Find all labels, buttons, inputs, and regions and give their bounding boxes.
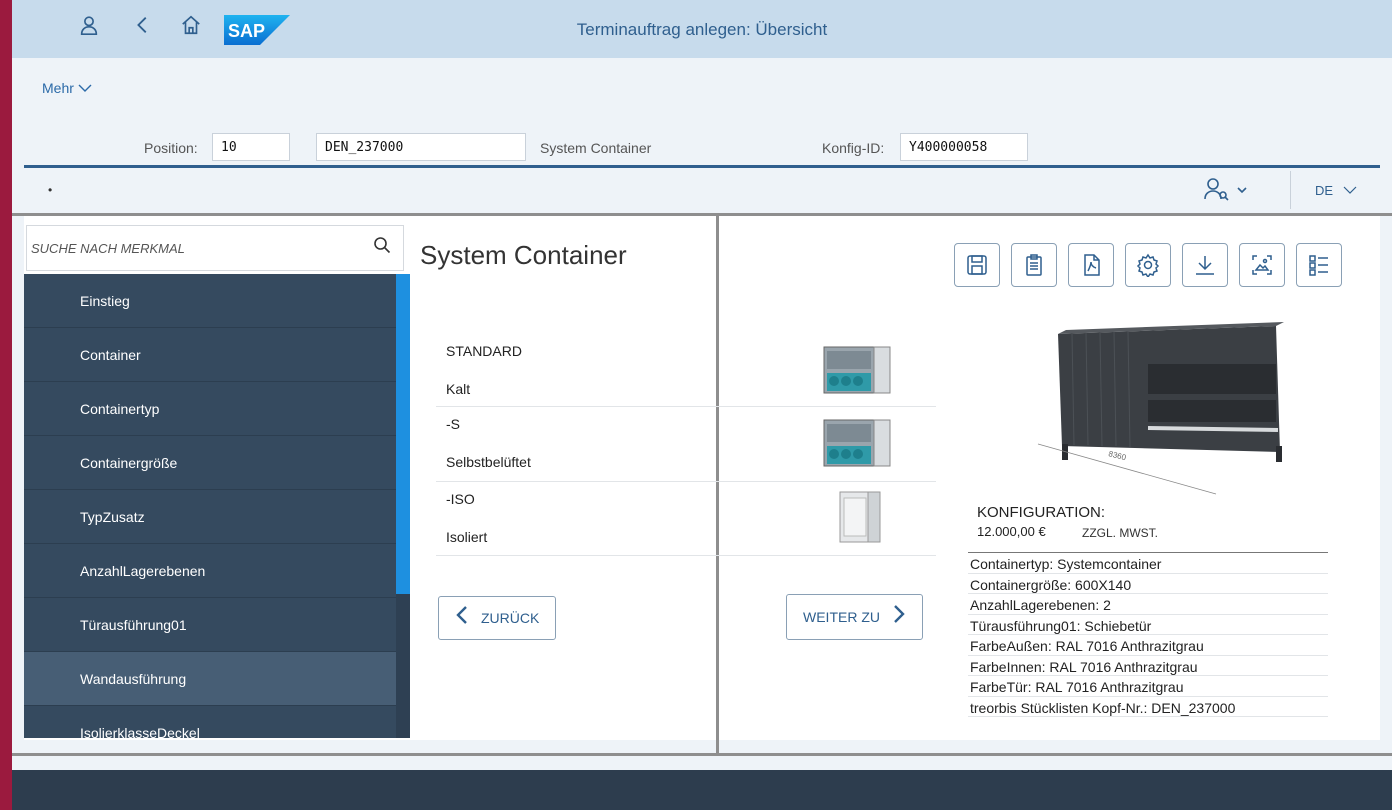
- download-button[interactable]: [1182, 243, 1228, 287]
- back-button-label: ZURÜCK: [481, 610, 540, 626]
- sidebar-item-tuerausfuehrung01[interactable]: Türausführung01: [24, 598, 396, 652]
- language-selector[interactable]: DE: [1290, 171, 1380, 209]
- shell-bar: SAP Terminauftrag anlegen: Übersicht: [12, 0, 1392, 58]
- next-button-label: WEITER ZU: [803, 609, 880, 625]
- option-code[interactable]: -ISO: [446, 491, 475, 507]
- summary-row: Containertyp: Systemcontainer: [968, 553, 1328, 574]
- more-menu-label: Mehr: [42, 80, 74, 96]
- sidebar-scrollbar-thumb[interactable]: [396, 274, 410, 594]
- config-id-field[interactable]: Y400000058: [900, 133, 1028, 161]
- pdf-export-icon: [1084, 254, 1100, 276]
- image-capture-icon: [1252, 255, 1272, 275]
- sidebar-item-typzusatz[interactable]: TypZusatz: [24, 490, 396, 544]
- config-id-label: Konfig-ID:: [822, 140, 885, 156]
- configuration-summary: Containertyp: Systemcontainer Containerg…: [968, 552, 1328, 717]
- option-code[interactable]: STANDARD: [446, 343, 522, 359]
- sidebar-item-containergroesse[interactable]: Containergröße: [24, 436, 396, 490]
- sidebar-item-isolierklassedeckel[interactable]: IsolierklasseDeckel: [24, 706, 396, 738]
- option-code[interactable]: -S: [446, 416, 460, 432]
- configurator-header: • DE: [24, 165, 1380, 213]
- save-button[interactable]: [954, 243, 1000, 287]
- clipboard-button[interactable]: [1011, 243, 1057, 287]
- summary-row: Containergröße: 600X140: [968, 574, 1328, 594]
- status-dot: •: [48, 183, 53, 197]
- material-field[interactable]: DEN_237000: [316, 133, 526, 161]
- option-divider: [436, 406, 936, 407]
- configuration-price: 12.000,00 €: [977, 524, 1046, 539]
- option-label[interactable]: Selbstbelüftet: [446, 454, 531, 470]
- summary-row: FarbeInnen: RAL 7016 Anthrazitgrau: [968, 656, 1328, 676]
- option-image-insulated[interactable]: [822, 490, 892, 544]
- settings-icon: [1136, 253, 1160, 277]
- product-image: 8360: [1037, 322, 1284, 495]
- option-image-ventilated[interactable]: [822, 416, 892, 470]
- chevron-down-icon: [1337, 183, 1357, 198]
- position-field[interactable]: 10: [212, 133, 290, 161]
- frame-divider: [716, 213, 719, 756]
- tax-note: ZZGL. MWST.: [1082, 526, 1158, 540]
- sidebar-item-einstieg[interactable]: Einstieg: [24, 274, 396, 328]
- option-divider: [436, 555, 936, 556]
- option-divider: [436, 481, 936, 482]
- summary-row: FarbeTür: RAL 7016 Anthrazitgrau: [968, 676, 1328, 697]
- chevron-right-icon: [892, 604, 906, 630]
- summary-row: FarbeAußen: RAL 7016 Anthrazitgrau: [968, 635, 1328, 656]
- option-label[interactable]: Kalt: [446, 381, 470, 397]
- settings-button[interactable]: [1125, 243, 1171, 287]
- list-button[interactable]: [1296, 243, 1342, 287]
- save-icon: [967, 255, 987, 275]
- position-label: Position:: [144, 140, 198, 156]
- footer-bar: [12, 770, 1392, 810]
- language-value: DE: [1315, 183, 1334, 198]
- characteristics-nav: Einstieg Container Containertyp Containe…: [24, 274, 396, 738]
- chevron-down-icon: [78, 80, 92, 96]
- sidebar-item-wandausfuehrung[interactable]: Wandausführung: [24, 652, 396, 706]
- characteristic-title: System Container: [420, 240, 627, 270]
- sidebar-item-anzahllagerebenen[interactable]: AnzahlLagerebenen: [24, 544, 396, 598]
- user-search-icon[interactable]: [1204, 177, 1248, 209]
- more-menu-button[interactable]: Mehr: [42, 80, 92, 96]
- pdf-export-button[interactable]: [1068, 243, 1114, 287]
- configuration-label: KONFIGURATION:: [977, 504, 1106, 521]
- material-description: System Container: [540, 140, 652, 156]
- download-icon: [1196, 256, 1214, 275]
- search-icon[interactable]: [373, 236, 391, 259]
- option-label[interactable]: Isoliert: [446, 529, 487, 545]
- clipboard-icon: [1026, 254, 1042, 276]
- back-button[interactable]: ZURÜCK: [438, 596, 557, 640]
- image-capture-button[interactable]: [1239, 243, 1285, 287]
- summary-row: Türausführung01: Schiebetür: [968, 615, 1328, 635]
- search-placeholder: SUCHE NACH MERKMAL: [31, 241, 185, 256]
- svg-text:8360: 8360: [1108, 449, 1128, 462]
- search-field[interactable]: SUCHE NACH MERKMAL: [26, 225, 404, 271]
- frame-bottom-line: [12, 753, 1392, 756]
- option-image-standard[interactable]: [822, 343, 892, 397]
- sidebar-item-container[interactable]: Container: [24, 328, 396, 382]
- app-window: SAP Terminauftrag anlegen: Übersicht Meh…: [12, 0, 1392, 810]
- list-icon: [1309, 255, 1328, 276]
- summary-row: AnzahlLagerebenen: 2: [968, 594, 1328, 615]
- next-button[interactable]: WEITER ZU: [786, 594, 923, 640]
- sidebar-item-containertyp[interactable]: Containertyp: [24, 382, 396, 436]
- summary-row: treorbis Stücklisten Kopf-Nr.: DEN_23700…: [968, 697, 1328, 717]
- chevron-left-icon: [455, 605, 469, 631]
- page-title: Terminauftrag anlegen: Übersicht: [576, 20, 828, 39]
- frame-top-line: [12, 213, 1392, 216]
